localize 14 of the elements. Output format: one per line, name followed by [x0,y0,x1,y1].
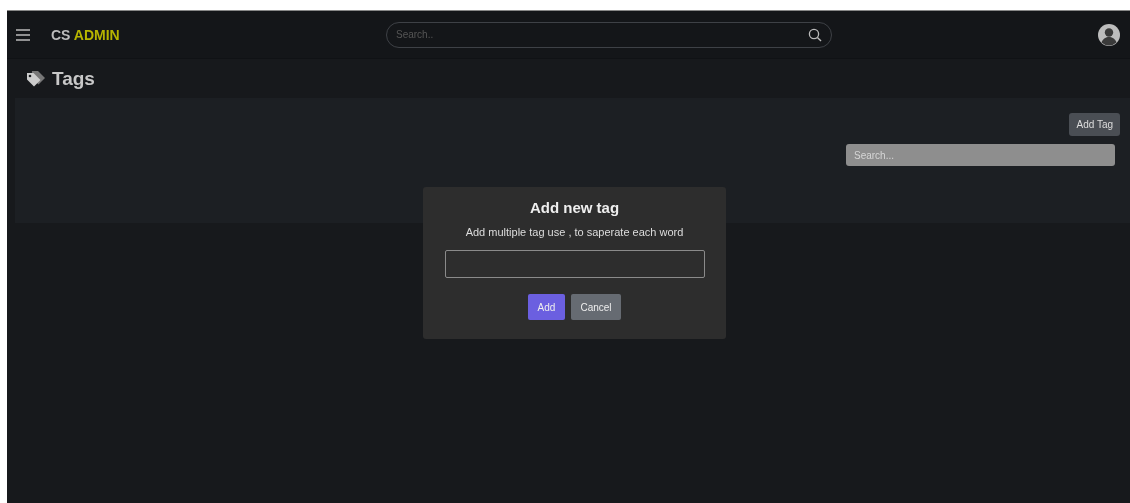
search-icon[interactable] [808,27,822,42]
cancel-button[interactable]: Cancel [571,294,621,320]
avatar-icon[interactable] [1098,23,1120,46]
modal-hint: Add multiple tag use , to saperate each word [465,226,684,238]
add-button[interactable]: Add [528,294,565,320]
search-field[interactable]: Search... [846,144,1115,166]
add-tag-button[interactable]: Add Tag [1069,113,1120,136]
brand-logo[interactable]: CS ADMIN [51,26,120,43]
search-field[interactable]: Search.. [386,21,832,48]
menu-icon[interactable] [16,28,30,41]
tag-input-field[interactable] [444,250,705,278]
tags-icon [26,69,46,88]
modal-title: Add new tag [529,199,620,216]
page-title: Tags [52,67,95,90]
